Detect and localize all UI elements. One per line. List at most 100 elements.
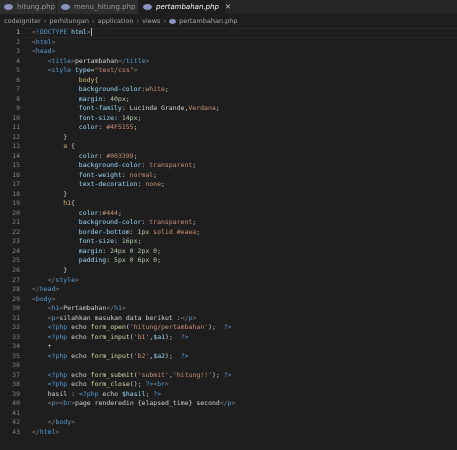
code-token: >	[231, 399, 236, 408]
code-editor[interactable]: 1 <!DOCTYPE html> 2 <html> 3 <head> 4 <title>pe…	[0, 28, 457, 450]
line-number: 41	[12, 408, 20, 417]
code-token: {	[67, 142, 75, 151]
breadcrumb-item[interactable]: pertambahan.php	[169, 17, 238, 25]
code-token: );	[165, 332, 181, 341]
code-text: background-color: transparent;	[79, 161, 196, 171]
code-line[interactable]: 22 border-bottom: 1px solid #eaea;	[0, 228, 457, 238]
breadcrumb-item[interactable]: application	[98, 17, 134, 25]
code-line[interactable]: 14 color: #003399;	[0, 152, 457, 162]
code-line[interactable]: 19 h1{	[0, 199, 457, 209]
line-number: 9	[16, 104, 20, 113]
code-line[interactable]: 7 background-color:white;	[0, 85, 457, 95]
code-token: 'b1'	[133, 332, 150, 341]
breadcrumb-label: views	[142, 17, 161, 25]
code-line[interactable]: 42 </body>	[0, 418, 457, 428]
code-line[interactable]: 2 <html>	[0, 38, 457, 48]
code-line[interactable]: 35 <?php echo form_input('b2',$a2); ?>	[0, 352, 457, 362]
code-line[interactable]: 16 font-weight: normal;	[0, 171, 457, 181]
code-line[interactable]: 32 <?php echo form_open('hitung/pertambah…	[0, 323, 457, 333]
code-token: :	[121, 170, 130, 179]
code-line[interactable]: 23 font-size: 16px;	[0, 237, 457, 247]
code-text: <!DOCTYPE html>	[32, 28, 92, 38]
code-line[interactable]: 38 <?php echo form_close(); ?><br>	[0, 380, 457, 390]
code-token: >	[51, 294, 56, 303]
code-line[interactable]: 20 color:#444;	[0, 209, 457, 219]
code-token: : Lucinda Grande,	[121, 104, 189, 113]
code-line[interactable]: 40 <p><br>page renderedin {elapsed_time} …	[0, 399, 457, 409]
code-token: ;	[153, 170, 158, 179]
breadcrumb-item[interactable]: views	[142, 17, 160, 25]
code-token: body	[35, 294, 52, 303]
code-line[interactable]: 12}	[0, 133, 457, 143]
code-line[interactable]: 13 a {	[0, 142, 457, 152]
code-line[interactable]: 25 padding: 5px 0 6px 0;	[0, 256, 457, 266]
breadcrumb-item[interactable]: codeigniter	[4, 17, 41, 25]
code-line[interactable]: 29 <body>	[0, 295, 457, 305]
tab-menu_hitung-php[interactable]: menu_hitung.php	[57, 0, 139, 14]
code-line[interactable]: 36	[0, 361, 457, 371]
breadcrumb-item[interactable]: perhitungan	[49, 17, 89, 25]
code-token: Verdana	[188, 104, 216, 113]
code-line[interactable]: 41	[0, 409, 457, 419]
code-line[interactable]: 34 +	[0, 342, 457, 352]
code-token: br	[63, 399, 72, 408]
tab-hitung-php[interactable]: hitung.php	[0, 0, 57, 14]
line-number: 26	[12, 266, 20, 274]
line-number: 6	[16, 75, 20, 84]
code-line[interactable]: 4 <title>pertambahan</title>	[0, 57, 457, 67]
code-line[interactable]: 18}	[0, 190, 457, 200]
code-token: ;	[117, 208, 122, 217]
code-token: h1	[63, 199, 72, 208]
code-line[interactable]: 11 color: #4F5155;	[0, 123, 457, 133]
code-token: ?>	[223, 323, 232, 332]
line-number: 35	[12, 351, 20, 360]
code-token: >	[75, 275, 79, 284]
code-token: :	[129, 227, 138, 236]
close-icon[interactable]: ✕	[225, 3, 231, 11]
code-line[interactable]: 6 body{	[0, 76, 457, 86]
code-text: color: #4F5155;	[79, 123, 138, 133]
code-line[interactable]: 9 font-family: Lucinda Grande,Verdana;	[0, 104, 457, 114]
line-number: 43	[12, 427, 20, 436]
code-token: background-color	[78, 218, 142, 227]
code-line[interactable]: 24 margin: 24px 0 2px 0;	[0, 247, 457, 257]
code-line[interactable]: 15 background-color: transparent;	[0, 161, 457, 171]
breadcrumb: codeigniter › perhitungan › application › view…	[0, 14, 457, 28]
code-line[interactable]: 10 font-size: 14px;	[0, 114, 457, 124]
code-line[interactable]: 27 </style>	[0, 276, 457, 286]
code-token: </	[106, 304, 115, 313]
code-token: ;	[192, 161, 197, 170]
code-token: 24px 0 2px 0	[110, 246, 158, 255]
code-line[interactable]: 26}	[0, 266, 457, 276]
code-text: font-family: Lucinda Grande,Verdana;	[79, 104, 220, 114]
tab-pertambahan-php[interactable]: pertambahan.php ✕	[139, 0, 231, 14]
code-line[interactable]: 31 <p>silahkan masukan data berikut :</p>	[0, 314, 457, 324]
code-token: echo	[67, 380, 91, 389]
code-line[interactable]: 17 text-decoration: none;	[0, 180, 457, 190]
code-line[interactable]: 37 <?php echo form_submit('submit','hitun…	[0, 371, 457, 381]
code-line[interactable]: 1 <!DOCTYPE html>	[0, 28, 457, 38]
code-line[interactable]: 28 </head>	[0, 285, 457, 295]
code-token: html	[71, 28, 87, 36]
code-line[interactable]: 39 hasil : <?php echo $hasil; ?>	[0, 390, 457, 400]
code-token: background-color	[78, 161, 142, 170]
code-line[interactable]: 43 </html>	[0, 428, 457, 438]
code-line[interactable]: 8 margin: 40px;	[0, 95, 457, 105]
code-text: a {	[63, 142, 75, 152]
code-line[interactable]: 5 <style type="text/css">	[0, 66, 457, 76]
code-line[interactable]: 30 <h1>Pertambahan</h1>	[0, 304, 457, 314]
code-text: color:#444;	[79, 209, 122, 219]
code-text: border-bottom: 1px solid #eaea;	[79, 228, 200, 238]
code-text: font-size: 14px;	[79, 114, 142, 124]
code-token: transparent	[149, 161, 193, 170]
code-line[interactable]: 33 <?php echo form_input('b1',$a1); ?>	[0, 333, 457, 343]
code-line[interactable]: 21 background-color: transparent;	[0, 218, 457, 228]
line-number: 37	[12, 370, 20, 379]
line-number: 18	[12, 189, 20, 198]
code-text: <style type="text/css">	[48, 66, 138, 76]
code-token: <?php	[47, 332, 68, 341]
code-token: </	[118, 56, 126, 65]
code-token: <?php	[47, 323, 68, 332]
code-line[interactable]: 3 <head>	[0, 47, 457, 57]
code-token: $a2	[153, 351, 166, 360]
